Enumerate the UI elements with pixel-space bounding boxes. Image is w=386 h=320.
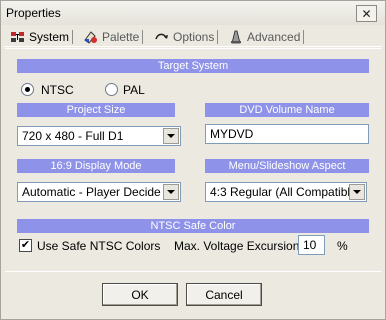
- display-mode-select[interactable]: Automatic - Player Decide: [17, 182, 181, 202]
- check-icon: ✔: [20, 239, 31, 251]
- tab-options[interactable]: Options: [154, 27, 219, 46]
- dropdown-arrow-icon[interactable]: [163, 184, 179, 200]
- slideshow-aspect-heading: Menu/Slideshow Aspect: [205, 159, 369, 173]
- options-icon: [154, 30, 170, 44]
- ntsc-safe-heading: NTSC Safe Color: [17, 219, 369, 233]
- tab-label: Advanced: [247, 29, 301, 44]
- display-mode-value: Automatic - Player Decide: [22, 185, 161, 199]
- voltage-label: Max. Voltage Excursion: [174, 239, 300, 253]
- pal-radio[interactable]: [105, 83, 118, 96]
- voltage-input[interactable]: 10: [298, 235, 325, 255]
- tab-label: Palette: [102, 29, 140, 44]
- project-size-select[interactable]: 720 x 480 - Full D1: [17, 126, 181, 146]
- tab-separator: [217, 30, 219, 44]
- percent-unit: %: [337, 239, 348, 253]
- slideshow-aspect-select[interactable]: 4:3 Regular (All Compatible): [205, 182, 367, 202]
- tab-separator: [303, 30, 305, 44]
- safe-ntsc-label[interactable]: Use Safe NTSC Colors: [37, 239, 160, 253]
- dvd-volume-heading: DVD Volume Name: [205, 103, 369, 117]
- ntsc-label[interactable]: NTSC: [41, 83, 74, 97]
- tab-separator: [142, 30, 144, 44]
- properties-dialog: Properties ✕ System Palette Options Adva…: [0, 0, 386, 320]
- tab-label: Options: [173, 29, 215, 44]
- dropdown-arrow-icon[interactable]: [163, 128, 179, 144]
- title-bar[interactable]: Properties ✕: [1, 1, 385, 25]
- close-icon: ✕: [361, 6, 372, 21]
- project-size-value: 720 x 480 - Full D1: [22, 129, 124, 143]
- system-icon: [10, 30, 26, 44]
- pal-label[interactable]: PAL: [123, 83, 145, 97]
- tab-bar: System Palette Options Advanced: [4, 27, 382, 47]
- dropdown-arrow-icon[interactable]: [349, 184, 365, 200]
- cancel-button[interactable]: Cancel: [186, 283, 262, 306]
- close-button[interactable]: ✕: [356, 5, 377, 22]
- tab-label: System: [29, 29, 70, 44]
- ok-button[interactable]: OK: [102, 283, 178, 306]
- safe-ntsc-checkbox[interactable]: ✔: [19, 239, 32, 252]
- tab-system[interactable]: System: [10, 27, 74, 46]
- slideshow-aspect-value: 4:3 Regular (All Compatible): [210, 185, 361, 199]
- display-mode-heading: 16:9 Display Mode: [17, 159, 175, 173]
- advanced-icon: [228, 30, 244, 44]
- tab-palette[interactable]: Palette: [83, 27, 144, 46]
- footer-divider: [5, 271, 381, 272]
- target-system-heading: Target System: [17, 59, 369, 73]
- tab-advanced[interactable]: Advanced: [228, 27, 305, 46]
- window-title: Properties: [6, 6, 61, 20]
- tab-separator: [72, 30, 74, 44]
- dvd-volume-input[interactable]: MYDVD: [205, 124, 369, 144]
- project-size-heading: Project Size: [17, 103, 175, 117]
- ntsc-radio[interactable]: [21, 83, 34, 96]
- palette-icon: [83, 30, 99, 44]
